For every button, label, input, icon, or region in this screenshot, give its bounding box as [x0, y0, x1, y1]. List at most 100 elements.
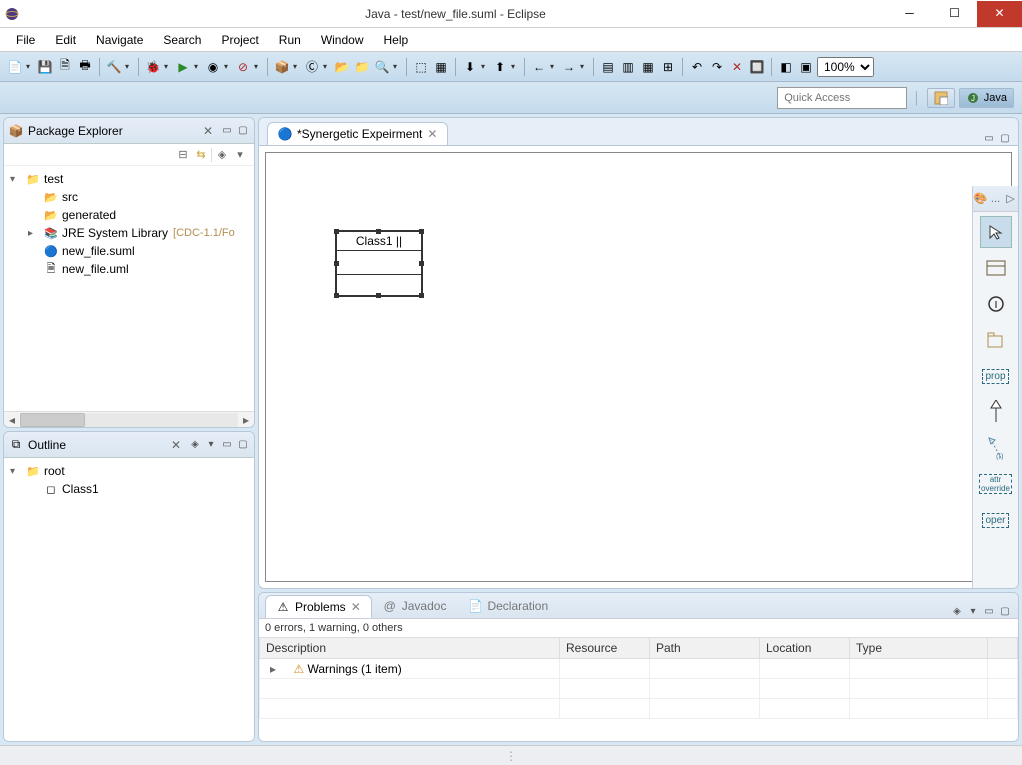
- new-dropdown[interactable]: ▾: [26, 62, 34, 71]
- pa-dd[interactable]: ▾: [511, 62, 519, 71]
- resize-handle-s[interactable]: [376, 293, 381, 298]
- palette-prop-tool[interactable]: prop: [980, 360, 1012, 392]
- palette-arrow-icon[interactable]: ▷: [1003, 191, 1018, 207]
- run-icon[interactable]: ▶: [174, 58, 192, 76]
- resize-handle-w[interactable]: [334, 261, 339, 266]
- link-editor-icon[interactable]: ⇆: [193, 147, 209, 163]
- hscrollbar[interactable]: ◂ ▸: [4, 411, 254, 427]
- new-package-icon[interactable]: 📦: [273, 58, 291, 76]
- open-task-icon[interactable]: 📁: [353, 58, 371, 76]
- align-left-icon[interactable]: ▤: [599, 58, 617, 76]
- scroll-thumb[interactable]: [20, 413, 85, 427]
- tab-problems[interactable]: ⚠ Problems ✕: [265, 595, 372, 618]
- palette-interface-tool[interactable]: I: [980, 288, 1012, 320]
- na-dd[interactable]: ▾: [481, 62, 489, 71]
- scroll-right-icon[interactable]: ▸: [238, 412, 254, 428]
- next-annotation-icon[interactable]: ⬇: [461, 58, 479, 76]
- save-icon[interactable]: 💾: [36, 58, 54, 76]
- filter-icon[interactable]: ◈: [214, 147, 230, 163]
- resize-handle-nw[interactable]: [334, 229, 339, 234]
- back-dd[interactable]: ▾: [550, 62, 558, 71]
- scroll-left-icon[interactable]: ◂: [4, 412, 20, 428]
- outline-menu-icon[interactable]: ▾: [204, 438, 218, 452]
- palette-class-tool[interactable]: [980, 252, 1012, 284]
- outline-class-node[interactable]: Class1: [62, 482, 99, 496]
- jre-node[interactable]: JRE System Library: [62, 226, 168, 240]
- menu-window[interactable]: Window: [311, 31, 374, 49]
- tab-javadoc[interactable]: @ Javadoc: [372, 594, 458, 618]
- align-center-icon[interactable]: ▥: [619, 58, 637, 76]
- redo-icon[interactable]: ↷: [708, 58, 726, 76]
- tab-problems-close-icon[interactable]: ✕: [351, 600, 361, 614]
- problems-menu-icon[interactable]: ▾: [966, 604, 980, 618]
- editor-tab[interactable]: 🔵 *Synergetic Expeirment ✕: [267, 122, 448, 145]
- problems-filter-icon[interactable]: ◈: [950, 604, 964, 618]
- col-resource[interactable]: Resource: [560, 638, 650, 659]
- back-icon[interactable]: ←: [530, 58, 548, 76]
- minimize-view-icon[interactable]: ▭: [220, 124, 234, 138]
- quick-access-input[interactable]: [777, 87, 907, 109]
- palette-package-tool[interactable]: [980, 324, 1012, 356]
- external-tools-icon[interactable]: ⊘: [234, 58, 252, 76]
- minimize-button[interactable]: ─: [887, 1, 932, 27]
- table-row[interactable]: ▸ ⚠ Warnings (1 item): [260, 659, 1018, 679]
- uml-class-box[interactable]: Class1 ||: [336, 231, 422, 296]
- open-type-icon[interactable]: 📂: [333, 58, 351, 76]
- tab-declaration[interactable]: 📄 Declaration: [457, 594, 559, 618]
- toggle-block-icon[interactable]: ▦: [432, 58, 450, 76]
- palette-select-tool[interactable]: [980, 216, 1012, 248]
- zoom-select[interactable]: 100%: [817, 57, 874, 77]
- menu-edit[interactable]: Edit: [45, 31, 86, 49]
- maximize-button[interactable]: ☐: [932, 1, 977, 27]
- col-location[interactable]: Location: [760, 638, 850, 659]
- run-dropdown[interactable]: ▾: [194, 62, 202, 71]
- debug-dropdown[interactable]: ▾: [164, 62, 172, 71]
- collapse-all-icon[interactable]: ⊟: [175, 147, 191, 163]
- outline-max-icon[interactable]: ▢: [236, 438, 250, 452]
- src-node[interactable]: src: [62, 190, 78, 204]
- new-class-icon[interactable]: Ⓒ: [303, 58, 321, 76]
- outline-twisty-icon[interactable]: ▾: [10, 466, 22, 477]
- ext-dropdown[interactable]: ▾: [254, 62, 262, 71]
- twisty-collapsed-icon[interactable]: ▸: [28, 228, 40, 239]
- resize-handle-e[interactable]: [419, 261, 424, 266]
- menu-run[interactable]: Run: [269, 31, 311, 49]
- fit-icon[interactable]: ▣: [797, 58, 815, 76]
- palette-customize-icon[interactable]: 🎨: [973, 191, 988, 207]
- coverage-icon[interactable]: ◉: [204, 58, 222, 76]
- resize-handle-ne[interactable]: [419, 229, 424, 234]
- menu-project[interactable]: Project: [211, 31, 268, 49]
- editor-max-icon[interactable]: ▢: [998, 131, 1012, 145]
- palette-generalization-tool[interactable]: [980, 396, 1012, 428]
- search-icon[interactable]: 🔍: [373, 58, 391, 76]
- menu-navigate[interactable]: Navigate: [86, 31, 153, 49]
- grid-icon[interactable]: ⊞: [659, 58, 677, 76]
- preview-icon[interactable]: ◧: [777, 58, 795, 76]
- lock-icon[interactable]: 🔲: [748, 58, 766, 76]
- outline-min-icon[interactable]: ▭: [220, 438, 234, 452]
- problems-min-icon[interactable]: ▭: [982, 604, 996, 618]
- resize-handle-sw[interactable]: [334, 293, 339, 298]
- menu-help[interactable]: Help: [374, 31, 419, 49]
- cls-dropdown[interactable]: ▾: [323, 62, 331, 71]
- uml-class-name[interactable]: Class1 ||: [337, 232, 421, 251]
- pkg-dropdown[interactable]: ▾: [293, 62, 301, 71]
- build-icon[interactable]: 🔨: [105, 58, 123, 76]
- close-button[interactable]: ✕: [977, 1, 1022, 27]
- resize-handle-n[interactable]: [376, 229, 381, 234]
- undo-icon[interactable]: ↶: [688, 58, 706, 76]
- toggle-mark-icon[interactable]: ⬚: [412, 58, 430, 76]
- palette-oper-tool[interactable]: oper: [980, 504, 1012, 536]
- debug-icon[interactable]: 🐞: [144, 58, 162, 76]
- delete-icon[interactable]: ✕: [728, 58, 746, 76]
- search-dropdown[interactable]: ▾: [393, 62, 401, 71]
- menu-file[interactable]: File: [6, 31, 45, 49]
- menu-search[interactable]: Search: [153, 31, 211, 49]
- forward-icon[interactable]: →: [560, 58, 578, 76]
- resize-handle-se[interactable]: [419, 293, 424, 298]
- build-dropdown[interactable]: ▾: [125, 62, 133, 71]
- generated-node[interactable]: generated: [62, 208, 116, 222]
- coverage-dropdown[interactable]: ▾: [224, 62, 232, 71]
- view-menu-icon[interactable]: ▾: [232, 147, 248, 163]
- editor-tab-close-icon[interactable]: ✕: [427, 127, 437, 141]
